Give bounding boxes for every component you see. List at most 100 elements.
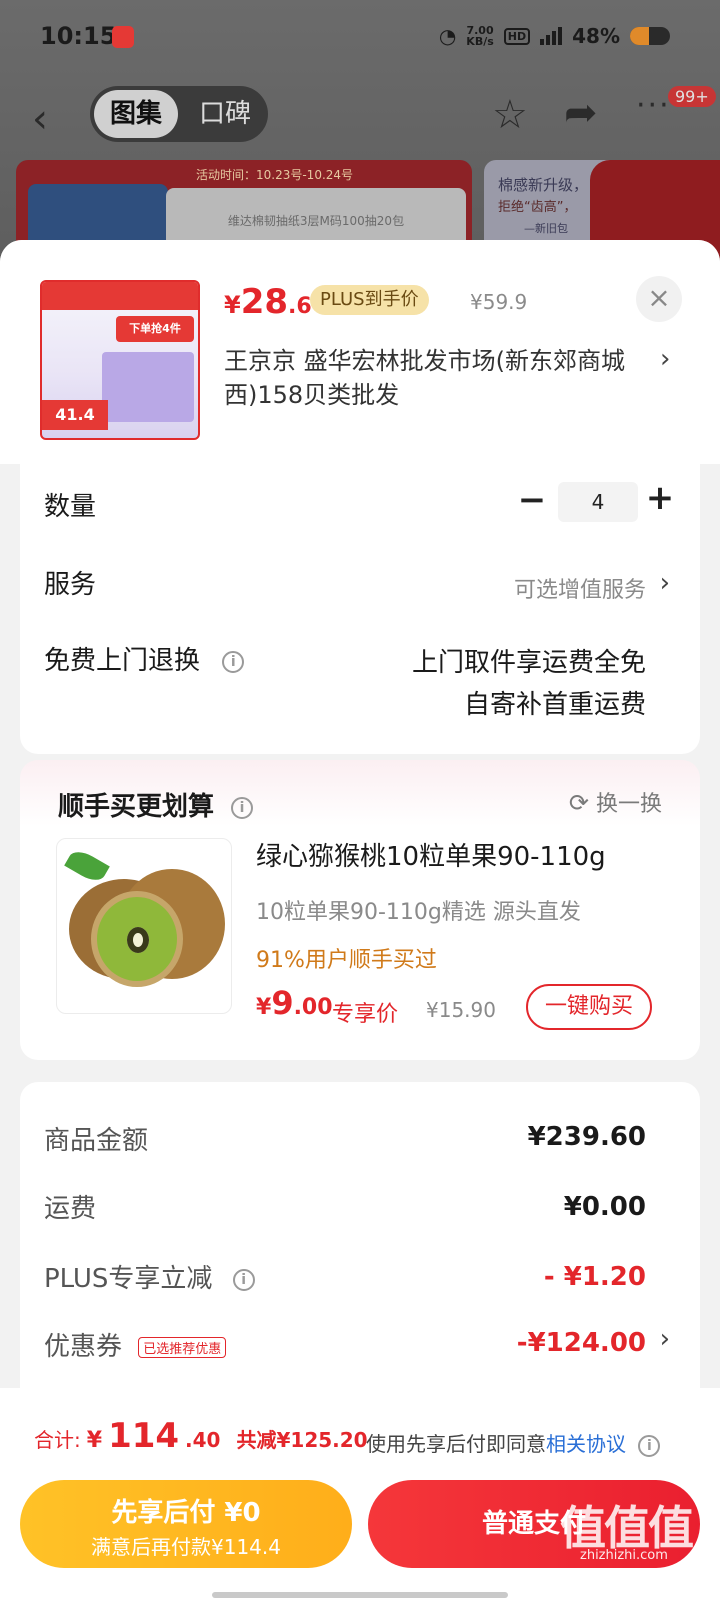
agreement-link[interactable]: 相关协议 — [546, 1432, 626, 1456]
status-indicators: ◔ 7.00 KB/s HD 48% — [439, 24, 670, 48]
store-address[interactable]: 王京京 盛华宏林批发市场(新东郊商城西)158贝类批发 — [224, 344, 644, 412]
info-icon[interactable]: i — [222, 650, 245, 673]
recommend-price-tag: 专享价 — [332, 1002, 399, 1027]
total-label: 合计: — [34, 1428, 81, 1452]
tab-reviews[interactable]: 口碑 — [190, 90, 260, 138]
banner-activity-time: 活动时间：10.23号-10.24号 — [196, 168, 354, 182]
thumb-promo-tag: 下单抢4件 — [116, 316, 194, 342]
thumb-promo-text: 下单抢4件 — [129, 322, 181, 335]
back-icon[interactable]: ‹ — [32, 96, 48, 142]
product-price: ¥ 28 .6 — [224, 282, 312, 322]
purchase-sheet: 下单抢4件 41.4 ¥ 28 .6 PLUS到手价 ¥59.9 × 王京京 盛… — [0, 240, 720, 1600]
thumb-top-bar — [42, 282, 198, 310]
total-saved: 共减¥125.20 — [236, 1428, 368, 1452]
plus-price-tag: PLUS到手价 — [310, 285, 429, 315]
hd-icon: HD — [503, 27, 531, 45]
agreement-text: 使用先享后付即同意相关协议 i — [366, 1428, 661, 1457]
plus-discount-value: - ¥1.20 — [543, 1262, 646, 1292]
quantity-decrease-button[interactable]: − — [514, 480, 550, 520]
chevron-right-icon[interactable]: › — [660, 568, 670, 598]
more-icon[interactable]: ··· — [636, 88, 671, 123]
recommend-item-name[interactable]: 绿心猕猴桃10粒单果90-110g — [256, 836, 606, 873]
recommendation-card: 顺手买更划算 i ⟳ 换一换 绿心猕猴桃10粒单果90-110g 10粒单果90… — [20, 760, 700, 1060]
kiwi-half — [91, 891, 183, 987]
total-line: 合计: ¥ 114 .40 共减¥125.20 — [34, 1416, 368, 1456]
goods-amount-label: 商品金额 — [44, 1126, 149, 1156]
banner-product-line: 维达棉韧抽纸3层M码100抽20包 — [227, 214, 405, 228]
total-symbol: ¥ — [86, 1428, 103, 1453]
service-label: 服务 — [44, 570, 97, 600]
goods-amount-value: ¥239.60 — [527, 1122, 646, 1152]
recommend-original-price: ¥15.90 — [426, 998, 496, 1022]
kiwi-core — [127, 927, 149, 953]
recommend-price: ¥ 9 .00 — [256, 984, 333, 1022]
recommend-item-sub: 10粒单果90-110g精选 源头直发 — [256, 900, 581, 925]
pay-later-sub: 满意后再付款¥114.4 — [91, 1535, 281, 1559]
info-icon[interactable]: i — [232, 1268, 255, 1291]
status-bar: 10:15 ◔ 7.00 KB/s HD 48% — [0, 0, 720, 70]
swap-label: 换一换 — [595, 792, 662, 817]
original-price: ¥59.9 — [470, 290, 528, 314]
quantity-label: 数量 — [44, 492, 97, 522]
shipping-label: 运费 — [44, 1194, 97, 1224]
net-speed: 7.00 KB/s — [466, 25, 493, 47]
agreement-prefix: 使用先享后付即同意 — [366, 1432, 546, 1456]
gallery-tabs: 图集 口碑 — [90, 86, 268, 142]
thumb-price-badge: 41.4 — [42, 400, 108, 430]
price-symbol: ¥ — [224, 291, 241, 319]
chevron-right-icon[interactable]: › — [660, 344, 670, 374]
return-policy-line1: 上门取件享运费全免 — [411, 648, 646, 678]
top-nav: ‹ 图集 口碑 ☆ ➦ ··· 99+ — [0, 80, 720, 150]
coupon-row: 优惠券 已选推荐优惠 — [44, 1326, 227, 1363]
share-icon[interactable]: ➦ — [564, 90, 598, 136]
rec-price-decimal: .00 — [293, 995, 333, 1020]
total-decimal: .40 — [185, 1428, 221, 1452]
status-time: 10:15 — [40, 22, 117, 50]
recommend-item-social: 91%用户顺手买过 — [256, 948, 437, 973]
one-click-buy-button[interactable]: 一键购买 — [526, 984, 652, 1030]
rec-price-integer: 9 — [271, 984, 294, 1022]
price-integer: 28 — [240, 282, 289, 322]
battery-percent: 48% — [572, 24, 620, 48]
pay-later-title: 先享后付 ¥0 — [111, 1498, 261, 1528]
product-header: 下单抢4件 41.4 ¥ 28 .6 PLUS到手价 ¥59.9 × 王京京 盛… — [0, 240, 720, 464]
info-icon[interactable]: i — [231, 796, 254, 819]
order-summary: 商品金额 ¥239.60 运费 ¥0.00 PLUS专享立减 i - ¥1.20… — [20, 1082, 700, 1412]
coupon-value[interactable]: -¥124.00 — [517, 1328, 646, 1358]
product-thumbnail[interactable]: 下单抢4件 41.4 — [40, 280, 200, 440]
banner2-line3: —新旧包 — [524, 222, 568, 235]
return-policy-line2: 自寄补首重运费 — [463, 690, 646, 720]
coupon-recommended-tag: 已选推荐优惠 — [138, 1337, 227, 1358]
thumb-tissue-pack — [102, 352, 194, 422]
service-value[interactable]: 可选增值服务 — [514, 572, 646, 604]
kiwi-image[interactable] — [56, 838, 232, 1014]
recommend-title: 顺手买更划算 — [58, 792, 215, 822]
pay-later-button[interactable]: 先享后付 ¥0 满意后再付款¥114.4 — [20, 1480, 352, 1568]
battery-icon — [630, 27, 670, 45]
net-speed-unit: KB/s — [466, 35, 494, 48]
signal-icon — [540, 27, 563, 45]
refresh-icon: ⟳ — [568, 789, 589, 817]
tab-gallery[interactable]: 图集 — [94, 90, 178, 138]
app-notification-icon — [112, 26, 134, 48]
message-badge: 99+ — [668, 86, 716, 107]
return-label: 免费上门退换 — [44, 646, 201, 676]
recommend-title-row: 顺手买更划算 i — [58, 786, 254, 823]
kiwi-leaf — [64, 846, 110, 886]
close-button[interactable]: × — [636, 276, 682, 322]
total-integer: 114 — [108, 1416, 180, 1456]
quantity-increase-button[interactable]: + — [642, 478, 678, 518]
home-indicator[interactable] — [212, 1592, 508, 1598]
plus-discount-label: PLUS专享立减 — [44, 1264, 213, 1294]
purchase-options: 数量 − 4 + 服务 可选增值服务 › 免费上门退换 i 上门取件享运费全免 … — [20, 464, 700, 754]
rec-price-symbol: ¥ — [256, 995, 272, 1020]
coupon-label: 优惠券 — [44, 1332, 123, 1362]
info-icon[interactable]: i — [638, 1434, 661, 1457]
swap-button[interactable]: ⟳ 换一换 — [569, 786, 662, 818]
chevron-right-icon[interactable]: › — [660, 1324, 670, 1354]
alarm-icon: ◔ — [438, 24, 457, 48]
banner2-line1: 棉感新升级， — [498, 176, 589, 194]
banner2-line2: 拒绝“齿高”， — [498, 200, 577, 215]
quantity-input[interactable]: 4 — [558, 482, 638, 522]
favorite-star-icon[interactable]: ☆ — [492, 92, 528, 138]
